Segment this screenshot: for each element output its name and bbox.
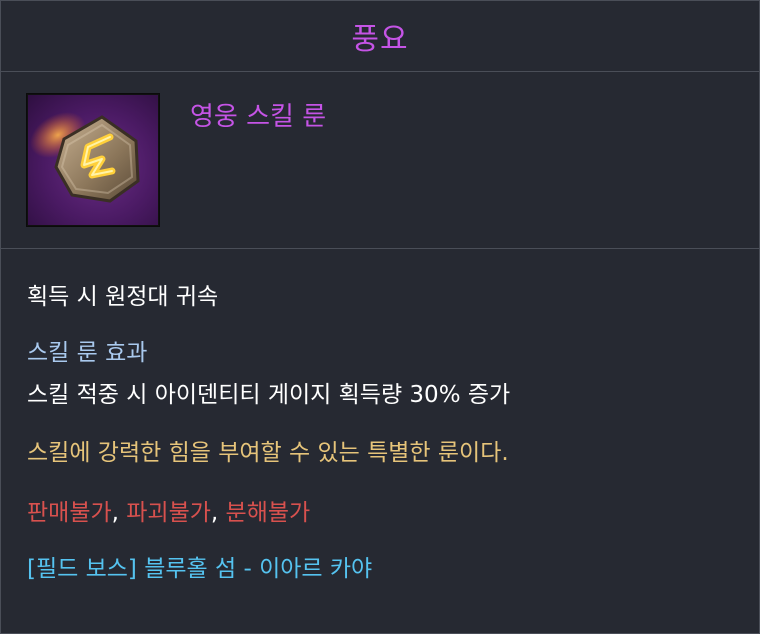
restriction-separator: , (111, 500, 119, 526)
item-name: 풍요 (351, 22, 409, 57)
item-tooltip: 풍요 영웅 스킬 룬 획득 시 원정대 귀속 스킬 룬 효과 스킬 적중 시 아… (0, 0, 760, 634)
effect-title: 스킬 룬 효과 (27, 340, 148, 366)
acquisition-source: [필드 보스] 블루홀 섬 - 이아르 카야 (27, 556, 373, 582)
restriction-separator: , (210, 500, 219, 526)
item-header: 영웅 스킬 룬 (1, 72, 759, 249)
tooltip-body: 획득 시 원정대 귀속 스킬 룬 효과 스킬 적중 시 아이덴티티 게이지 획득… (1, 249, 759, 583)
item-icon-frame (26, 93, 160, 227)
restriction-no-sale: 판매불가 (27, 500, 112, 526)
tooltip-title-bar: 풍요 (1, 1, 759, 72)
rune-stone-icon (28, 95, 158, 225)
item-grade-type: 영웅 스킬 룬 (190, 102, 327, 132)
binding-info: 획득 시 원정대 귀속 (27, 284, 219, 310)
trade-restrictions: 판매불가, 파괴불가, 분해불가 (27, 493, 733, 527)
restriction-no-destroy: 파괴불가 (126, 500, 211, 526)
effect-description: 스킬 적중 시 아이덴티티 게이지 획득량 30% 증가 (27, 382, 511, 408)
restriction-no-disassemble: 분해불가 (225, 500, 311, 526)
flavor-text: 스킬에 강력한 힘을 부여할 수 있는 특별한 룬이다. (27, 440, 509, 466)
